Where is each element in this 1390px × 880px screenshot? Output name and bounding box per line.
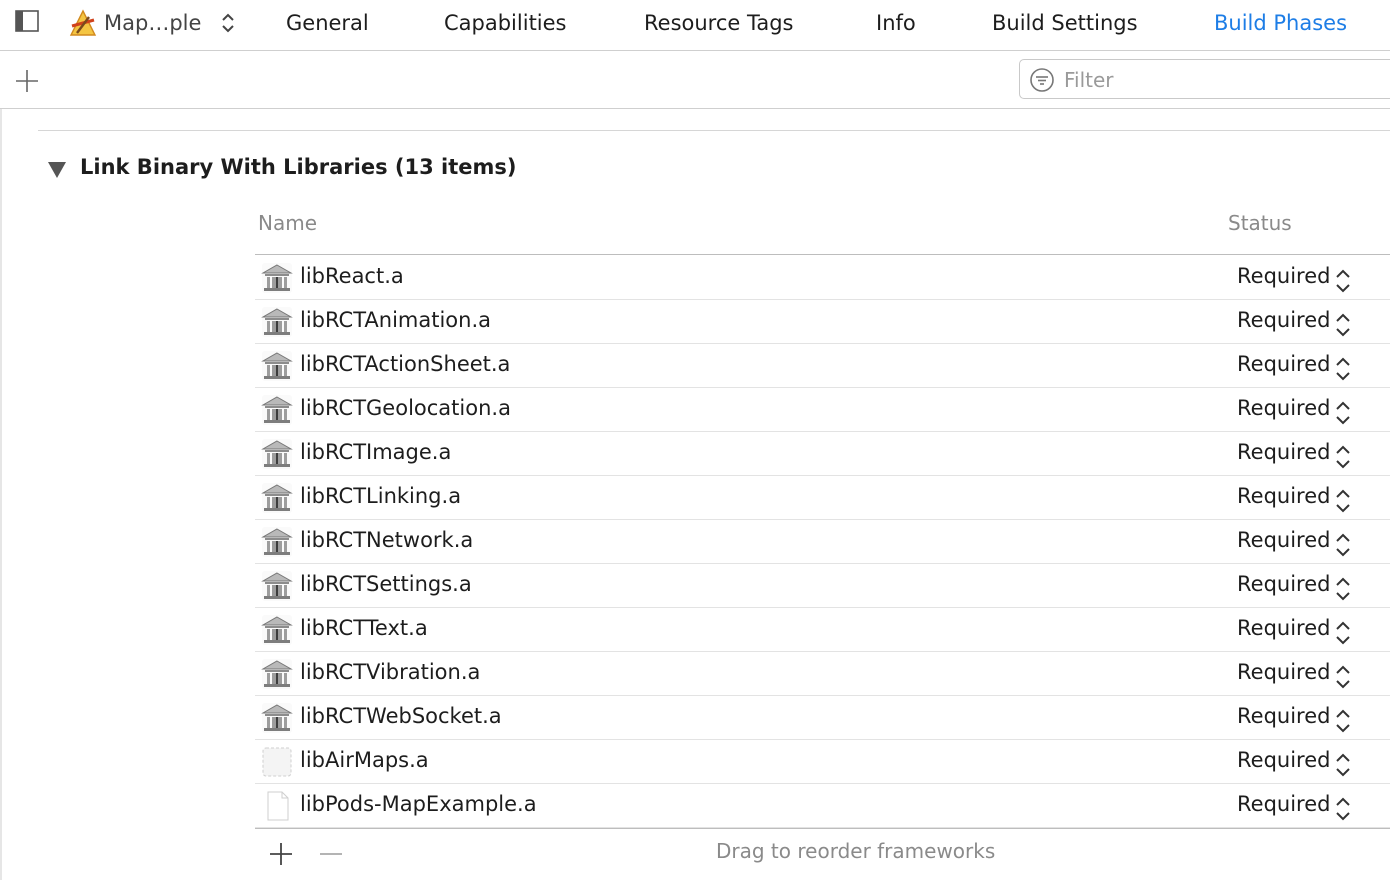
library-name: libRCTImage.a: [300, 440, 452, 464]
target-name: Map…ple: [104, 11, 202, 35]
status-stepper-icon[interactable]: [1335, 488, 1351, 514]
app-target-icon: [69, 9, 97, 36]
library-status[interactable]: Required: [1237, 440, 1330, 464]
missing-file-icon: [261, 746, 293, 778]
status-stepper-icon[interactable]: [1335, 708, 1351, 734]
library-icon: [261, 702, 293, 734]
library-status[interactable]: Required: [1237, 396, 1330, 420]
library-status[interactable]: Required: [1237, 660, 1330, 684]
editor-tab-bar: Map…ple General Capabilities Resource Ta…: [0, 0, 1390, 51]
library-status[interactable]: Required: [1237, 704, 1330, 728]
status-stepper-icon[interactable]: [1335, 576, 1351, 602]
library-status[interactable]: Required: [1237, 528, 1330, 552]
column-header-name[interactable]: Name: [258, 211, 317, 235]
status-stepper-icon[interactable]: [1335, 444, 1351, 470]
chevron-up-down-icon[interactable]: [221, 12, 235, 34]
tab-capabilities[interactable]: Capabilities: [444, 0, 567, 46]
library-icon: [261, 614, 293, 646]
library-row[interactable]: libRCTActionSheet.a Required: [255, 344, 1390, 388]
filter-input[interactable]: [1062, 64, 1386, 96]
library-icon: [261, 526, 293, 558]
library-row[interactable]: libRCTGeolocation.a Required: [255, 388, 1390, 432]
library-row[interactable]: libRCTNetwork.a Required: [255, 520, 1390, 564]
tab-info[interactable]: Info: [876, 0, 916, 46]
sidebar-toggle-icon[interactable]: [15, 10, 39, 32]
tab-general[interactable]: General: [286, 0, 369, 46]
library-name: libAirMaps.a: [300, 748, 429, 772]
library-name: libPods-MapExample.a: [300, 792, 537, 816]
status-stepper-icon[interactable]: [1335, 664, 1351, 690]
remove-library-button[interactable]: [318, 841, 344, 867]
section-title[interactable]: Link Binary With Libraries (13 items): [80, 155, 517, 179]
library-row[interactable]: libRCTWebSocket.a Required: [255, 696, 1390, 740]
library-status[interactable]: Required: [1237, 484, 1330, 508]
tab-build-phases[interactable]: Build Phases: [1214, 0, 1347, 46]
library-status[interactable]: Required: [1237, 264, 1330, 288]
library-name: libRCTActionSheet.a: [300, 352, 511, 376]
status-stepper-icon[interactable]: [1335, 752, 1351, 778]
status-stepper-icon[interactable]: [1335, 796, 1351, 822]
library-name: libRCTGeolocation.a: [300, 396, 511, 420]
library-row[interactable]: libRCTImage.a Required: [255, 432, 1390, 476]
status-stepper-icon[interactable]: [1335, 312, 1351, 338]
library-row[interactable]: libRCTSettings.a Required: [255, 564, 1390, 608]
header-divider: [255, 254, 1390, 255]
add-library-button[interactable]: [268, 841, 294, 867]
library-row[interactable]: libRCTVibration.a Required: [255, 652, 1390, 696]
library-status[interactable]: Required: [1237, 308, 1330, 332]
library-name: libRCTSettings.a: [300, 572, 472, 596]
library-row[interactable]: libAirMaps.a Required: [255, 740, 1390, 784]
library-row[interactable]: libReact.a Required: [255, 256, 1390, 300]
library-name: libRCTText.a: [300, 616, 428, 640]
tab-build-settings[interactable]: Build Settings: [992, 0, 1138, 46]
library-name: libRCTVibration.a: [300, 660, 481, 684]
disclosure-triangle-icon[interactable]: [47, 161, 67, 179]
library-icon: [261, 570, 293, 602]
status-stepper-icon[interactable]: [1335, 268, 1351, 294]
status-stepper-icon[interactable]: [1335, 400, 1351, 426]
library-row[interactable]: libRCTAnimation.a Required: [255, 300, 1390, 344]
library-status[interactable]: Required: [1237, 352, 1330, 376]
library-icon: [261, 306, 293, 338]
library-icon: [261, 350, 293, 382]
library-name: libRCTLinking.a: [300, 484, 462, 508]
list-bottom-divider: [255, 828, 1390, 829]
library-icon: [261, 394, 293, 426]
library-name: libRCTAnimation.a: [300, 308, 492, 332]
drag-hint-text: Drag to reorder frameworks: [716, 839, 996, 863]
tab-resource-tags[interactable]: Resource Tags: [644, 0, 793, 46]
library-icon: [261, 262, 293, 294]
status-stepper-icon[interactable]: [1335, 532, 1351, 558]
left-border: [0, 109, 2, 880]
library-icon: [261, 438, 293, 470]
filter-field[interactable]: [1019, 59, 1390, 99]
library-row[interactable]: libRCTText.a Required: [255, 608, 1390, 652]
add-build-phase-button[interactable]: [14, 68, 40, 94]
library-name: libRCTNetwork.a: [300, 528, 474, 552]
library-name: libRCTWebSocket.a: [300, 704, 502, 728]
library-icon: [261, 658, 293, 690]
blank-file-icon: [261, 790, 293, 822]
section-divider: [38, 130, 1390, 131]
library-list: libReact.a Required libRCTAnimation.a Requi…: [255, 256, 1390, 828]
status-stepper-icon[interactable]: [1335, 620, 1351, 646]
library-status[interactable]: Required: [1237, 572, 1330, 596]
library-row[interactable]: libRCTLinking.a Required: [255, 476, 1390, 520]
library-row[interactable]: libPods-MapExample.a Required: [255, 784, 1390, 828]
library-icon: [261, 482, 293, 514]
filter-icon: [1030, 68, 1054, 92]
build-phases-toolbar: [0, 51, 1390, 109]
library-status[interactable]: Required: [1237, 792, 1330, 816]
library-status[interactable]: Required: [1237, 748, 1330, 772]
target-selector[interactable]: Map…ple: [68, 8, 235, 38]
column-header-status[interactable]: Status: [1228, 211, 1292, 235]
status-stepper-icon[interactable]: [1335, 356, 1351, 382]
library-status[interactable]: Required: [1237, 616, 1330, 640]
library-name: libReact.a: [300, 264, 404, 288]
